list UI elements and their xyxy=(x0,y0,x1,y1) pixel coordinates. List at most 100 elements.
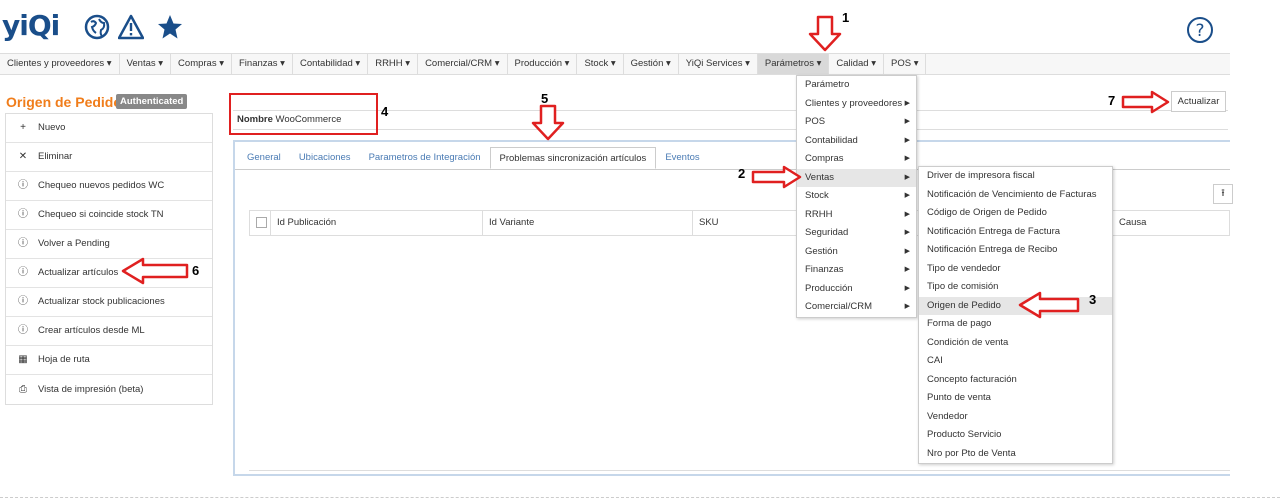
parametros-item-produccion[interactable]: Producción ▶ xyxy=(797,280,916,299)
parametros-item-comercial-crm[interactable]: Comercial/CRM ▶ xyxy=(797,298,916,317)
parametros-item-parametro[interactable]: Parámetro xyxy=(797,76,916,95)
ventas-item-producto-servicio[interactable]: Producto Servicio xyxy=(919,426,1112,445)
menu-calidad[interactable]: Calidad ▾ xyxy=(829,54,884,74)
menu-contabilidad[interactable]: Contabilidad ▾ xyxy=(293,54,369,74)
sidebar-item-crear-articulos-desde-ml[interactable]: ⓘ Crear artículos desde ML xyxy=(6,317,212,346)
sidebar-item-label: Nuevo xyxy=(38,122,66,133)
sidebar-item-chequeo-nuevos-pedidos-wc[interactable]: ⓘ Chequeo nuevos pedidos WC xyxy=(6,172,212,201)
actualizar-button[interactable]: Actualizar xyxy=(1171,91,1226,112)
parametros-item-stock[interactable]: Stock ▶ xyxy=(797,187,916,206)
sidebar-item-label: Volver a Pending xyxy=(38,238,110,249)
ventas-item-notificacion-entrega-de-recibo[interactable]: Notificación Entrega de Recibo xyxy=(919,241,1112,260)
ventas-item-codigo-de-origen-de-pedido[interactable]: Código de Origen de Pedido xyxy=(919,204,1112,223)
ventas-item-forma-de-pago[interactable]: Forma de pago xyxy=(919,315,1112,334)
tab-problemas-sincronizacion-articulos[interactable]: Problemas sincronización artículos xyxy=(489,147,657,169)
menu-clientes-y-proveedores[interactable]: Clientes y proveedores ▾ xyxy=(0,54,120,74)
submenu-arrow-icon: ▶ xyxy=(904,118,910,125)
menu-gestion[interactable]: Gestión ▾ xyxy=(624,54,679,74)
parametros-item-gestion[interactable]: Gestión ▶ xyxy=(797,243,916,262)
warning-icon[interactable] xyxy=(118,14,144,40)
star-icon[interactable] xyxy=(157,14,183,40)
ventas-item-condicion-de-venta[interactable]: Condición de venta xyxy=(919,334,1112,353)
ventas-item-cai[interactable]: CAI xyxy=(919,352,1112,371)
sidebar-item-actualizar-stock-publicaciones[interactable]: ⓘ Actualizar stock publicaciones xyxy=(6,288,212,317)
menu-item-label: RRHH xyxy=(805,208,833,220)
calendar-icon: ▦ xyxy=(18,354,28,365)
ventas-item-punto-de-venta[interactable]: Punto de venta xyxy=(919,389,1112,408)
menu-rrhh[interactable]: RRHH ▾ xyxy=(368,54,419,74)
menu-ventas[interactable]: Ventas ▾ xyxy=(120,54,172,74)
parametros-item-pos[interactable]: POS ▶ xyxy=(797,113,916,132)
column-header-causa[interactable]: Causa xyxy=(1112,211,1146,235)
sidebar-item-label: Vista de impresión (beta) xyxy=(38,383,144,395)
parametros-item-clientes-y-proveedores[interactable]: Clientes y proveedores ▶ xyxy=(797,95,916,114)
ventas-item-origen-de-pedido[interactable]: Origen de Pedido xyxy=(919,296,1112,315)
menu-pos[interactable]: POS ▾ xyxy=(884,54,927,74)
ventas-item-driver-de-impresora-fiscal[interactable]: Driver de impresora fiscal xyxy=(919,167,1112,186)
menu-item-label: Finanzas xyxy=(805,264,844,275)
menu-finanzas[interactable]: Finanzas ▾ xyxy=(232,54,293,74)
ventas-item-nro-por-pto-de-venta[interactable]: Nro por Pto de Venta xyxy=(919,445,1112,464)
sidebar-item-nuevo[interactable]: + Nuevo xyxy=(6,114,212,143)
ventas-item-vendedor[interactable]: Vendedor xyxy=(919,408,1112,427)
column-header-id-variante[interactable]: Id Variante xyxy=(482,211,534,235)
plus-icon: + xyxy=(20,122,26,133)
sidebar-item-vista-de-impresion-beta[interactable]: ⎙ Vista de impresión (beta) xyxy=(6,375,212,404)
select-all-checkbox[interactable] xyxy=(256,217,267,228)
annotation-number: 3 xyxy=(1089,292,1097,307)
info-icon: ⓘ xyxy=(18,325,28,336)
parametros-item-compras[interactable]: Compras ▶ xyxy=(797,150,916,169)
parametros-item-finanzas[interactable]: Finanzas ▶ xyxy=(797,261,916,280)
ventas-item-tipo-de-vendedor[interactable]: Tipo de vendedor xyxy=(919,260,1112,279)
menu-produccion[interactable]: Producción ▾ xyxy=(508,54,578,74)
globe-icon[interactable] xyxy=(84,14,110,40)
annotation-box xyxy=(229,93,378,135)
ventas-item-notificacion-de-vencimiento-de-facturas[interactable]: Notificación de Vencimiento de Facturas xyxy=(919,186,1112,205)
annotation-number: 4 xyxy=(381,104,389,119)
menu-item-label: Contabilidad xyxy=(805,134,858,146)
menu-compras[interactable]: Compras ▾ xyxy=(171,54,232,74)
menu-item-label: Gestión xyxy=(805,245,838,257)
parametros-item-rrhh[interactable]: RRHH ▶ xyxy=(797,206,916,225)
annotation-number: 6 xyxy=(192,263,200,278)
menu-item-label: Producción xyxy=(805,282,853,294)
annotation-number: 2 xyxy=(738,166,746,181)
yiqi-logo[interactable]: yiQi xyxy=(2,12,60,40)
ventas-item-tipo-de-comision[interactable]: Tipo de comisión xyxy=(919,278,1112,297)
sidebar-item-label: Chequeo si coincide stock TN xyxy=(38,209,164,220)
tab-eventos[interactable]: Eventos xyxy=(656,147,708,169)
ventas-item-concepto-facturacion[interactable]: Concepto facturación xyxy=(919,371,1112,390)
sidebar-item-label: Chequeo nuevos pedidos WC xyxy=(38,180,165,191)
sidebar-item-hoja-de-ruta[interactable]: ▦ Hoja de ruta xyxy=(6,346,212,375)
grid-pager xyxy=(249,470,1230,478)
menu-parametros[interactable]: Parámetros ▾ xyxy=(757,54,830,74)
page-bottom-border xyxy=(0,497,1280,498)
menu-yiqi-services[interactable]: YiQi Services ▾ xyxy=(679,54,758,74)
annotation-arrow-down xyxy=(531,104,565,141)
help-icon[interactable]: ? xyxy=(1186,16,1214,44)
sidebar-item-volver-a-pending[interactable]: ⓘ Volver a Pending xyxy=(6,230,212,259)
submenu-arrow-icon: ▶ xyxy=(904,210,910,218)
tab-parametros-de-integracion[interactable]: Parametros de Integración xyxy=(360,147,490,169)
menu-item-label: Compras xyxy=(805,153,844,164)
ventas-item-notificacion-entrega-de-factura[interactable]: Notificación Entrega de Factura xyxy=(919,223,1112,242)
sidebar-item-eliminar[interactable]: ✕ Eliminar xyxy=(6,143,212,172)
annotation-number: 7 xyxy=(1108,93,1116,108)
annotation-number: 5 xyxy=(541,91,549,106)
sidebar-item-chequeo-si-coincide-stock-tn[interactable]: ⓘ Chequeo si coincide stock TN xyxy=(6,201,212,230)
parametros-item-seguridad[interactable]: Seguridad ▶ xyxy=(797,224,916,243)
parametros-item-contabilidad[interactable]: Contabilidad ▶ xyxy=(797,132,916,151)
parametros-item-ventas[interactable]: Ventas ▶ xyxy=(797,168,916,187)
tab-strip: General Ubicaciones Parametros de Integrac… xyxy=(238,147,709,169)
tab-general[interactable]: General xyxy=(238,147,290,169)
submenu-arrow-icon: ▶ xyxy=(904,155,910,162)
column-header-id-publicacion[interactable]: Id Publicación xyxy=(270,211,336,235)
column-header-sku[interactable]: SKU xyxy=(692,211,719,235)
submenu-arrow-icon: ▶ xyxy=(904,247,910,255)
menu-stock[interactable]: Stock ▾ xyxy=(577,54,624,74)
annotation-arrow-left xyxy=(121,257,189,285)
export-icon[interactable]: ⭱ xyxy=(1213,184,1233,204)
tab-ubicaciones[interactable]: Ubicaciones xyxy=(290,147,360,169)
submenu-arrow-icon: ▶ xyxy=(904,303,910,310)
menu-comercial-crm[interactable]: Comercial/CRM ▾ xyxy=(418,54,508,74)
